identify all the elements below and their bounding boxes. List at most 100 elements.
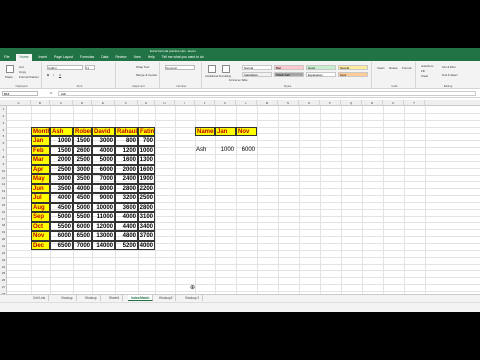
- number-format-box[interactable]: General: [165, 65, 195, 70]
- value-cell[interactable]: 5000: [50, 212, 73, 222]
- sheet-tab[interactable]: Hlookup: [82, 295, 101, 301]
- row-header[interactable]: 13: [0, 188, 7, 195]
- row-header[interactable]: 21: [0, 243, 7, 250]
- ribbon-tab[interactable]: Formulas: [80, 54, 94, 61]
- value-cell[interactable]: 13000: [92, 231, 115, 241]
- value-cell[interactable]: 1000: [138, 145, 155, 156]
- cell-style-swatch[interactable]: Normal: [242, 65, 272, 70]
- value-cell[interactable]: 1300: [138, 155, 155, 165]
- column-header[interactable]: A: [7, 100, 31, 106]
- copy-button[interactable]: Copy: [19, 70, 26, 74]
- value-cell[interactable]: 1500: [50, 145, 73, 156]
- value-cell[interactable]: 4400: [115, 221, 138, 232]
- column-header[interactable]: P: [320, 100, 341, 106]
- format-as-table-button[interactable]: Format as Table: [229, 79, 248, 82]
- value-cell[interactable]: 2500: [73, 155, 92, 165]
- cell-style-swatch[interactable]: Explanatory: [306, 72, 336, 77]
- value-cell[interactable]: 2000: [115, 164, 138, 175]
- row-header[interactable]: 23: [0, 257, 7, 264]
- table-header-cell[interactable]: Rahaul: [115, 126, 138, 137]
- value-cell[interactable]: 700: [138, 136, 155, 146]
- value-cell[interactable]: 3600: [115, 202, 138, 213]
- paste-icon[interactable]: [6, 65, 14, 73]
- value-cell[interactable]: 4800: [115, 231, 138, 241]
- lookup-result-cell[interactable]: Ash: [195, 146, 215, 156]
- column-header[interactable]: D: [73, 100, 92, 106]
- column-header[interactable]: Q: [341, 100, 362, 106]
- lookup-header-cell[interactable]: Jan: [215, 126, 236, 137]
- value-cell[interactable]: 8000: [92, 183, 115, 194]
- sheet-tab[interactable]: Index/Match: [128, 295, 154, 301]
- sheet-tab[interactable]: Cell Link: [30, 295, 50, 301]
- value-cell[interactable]: 4000: [50, 193, 73, 203]
- value-cell[interactable]: 1900: [138, 174, 155, 184]
- row-header[interactable]: 20: [0, 236, 7, 243]
- underline-button[interactable]: U: [59, 73, 61, 77]
- column-header[interactable]: B: [31, 100, 50, 106]
- column-header[interactable]: H: [155, 100, 175, 106]
- row-header[interactable]: 22: [0, 250, 7, 257]
- clear-button[interactable]: Clear: [421, 74, 428, 78]
- row-header[interactable]: 16: [0, 209, 7, 216]
- value-cell[interactable]: 6500: [50, 240, 73, 251]
- row-header[interactable]: 6: [0, 140, 7, 147]
- row-header[interactable]: 4: [0, 127, 7, 134]
- row-header[interactable]: 17: [0, 216, 7, 223]
- conditional-formatting-icon[interactable]: [208, 65, 216, 73]
- month-cell[interactable]: Apr: [31, 164, 50, 175]
- value-cell[interactable]: 3500: [50, 183, 73, 194]
- row-header[interactable]: 26: [0, 277, 7, 284]
- column-header[interactable]: K: [215, 100, 236, 106]
- value-cell[interactable]: 5000: [73, 202, 92, 213]
- value-cell[interactable]: 2500: [138, 193, 155, 203]
- value-cell[interactable]: 1600: [138, 164, 155, 175]
- value-cell[interactable]: 2800: [115, 183, 138, 194]
- cell-style-swatch[interactable]: Calculation: [242, 72, 272, 77]
- row-header[interactable]: 27: [0, 284, 7, 291]
- lookup-result-cell[interactable]: 1000: [215, 146, 236, 156]
- column-header[interactable]: S: [383, 100, 404, 106]
- value-cell[interactable]: 2800: [138, 202, 155, 213]
- ribbon-tab[interactable]: Data: [101, 54, 108, 61]
- table-header-cell[interactable]: Months: [31, 126, 50, 137]
- row-header[interactable]: 2: [0, 113, 7, 120]
- value-cell[interactable]: 3000: [92, 136, 115, 146]
- row-header[interactable]: 10: [0, 168, 7, 175]
- value-cell[interactable]: 1600: [115, 155, 138, 165]
- row-header[interactable]: 12: [0, 181, 7, 188]
- font-name-box[interactable]: Calibri: [47, 65, 83, 70]
- month-cell[interactable]: Feb: [31, 145, 50, 156]
- value-cell[interactable]: 5500: [73, 212, 92, 222]
- sheet-tab[interactable]: Sheet4: [106, 295, 124, 301]
- conditional-formatting-button[interactable]: Conditional Formatting: [205, 75, 231, 78]
- column-header[interactable]: J: [195, 100, 215, 106]
- value-cell[interactable]: 2600: [73, 145, 92, 156]
- merge-center-button[interactable]: Merge & Center: [136, 73, 157, 77]
- ribbon-tab[interactable]: Review: [115, 54, 126, 61]
- value-cell[interactable]: 800: [115, 136, 138, 146]
- ribbon-tab[interactable]: Page Layout: [54, 54, 73, 61]
- month-cell[interactable]: May: [31, 174, 50, 184]
- font-size-box[interactable]: 11: [85, 65, 95, 70]
- value-cell[interactable]: 6000: [73, 221, 92, 232]
- value-cell[interactable]: 4000: [73, 183, 92, 194]
- ribbon-tab[interactable]: Help: [148, 54, 155, 61]
- format-cells-button[interactable]: Format: [402, 66, 412, 70]
- format-as-table-icon[interactable]: [222, 65, 230, 73]
- value-cell[interactable]: 2000: [50, 155, 73, 165]
- sheet-tab[interactable]: Vlookup 2: [182, 295, 204, 301]
- value-cell[interactable]: 1000: [50, 136, 73, 146]
- table-header-cell[interactable]: Robert: [73, 126, 92, 137]
- table-header-cell[interactable]: David: [92, 126, 115, 137]
- row-header[interactable]: 18: [0, 222, 7, 229]
- column-header[interactable]: R: [362, 100, 383, 106]
- row-header[interactable]: 5: [0, 133, 7, 140]
- column-header[interactable]: G: [138, 100, 155, 106]
- row-header[interactable]: 3: [0, 120, 7, 127]
- column-header[interactable]: C: [50, 100, 73, 106]
- lookup-header-cell[interactable]: Names: [195, 126, 215, 137]
- value-cell[interactable]: 11000: [92, 212, 115, 222]
- column-header[interactable]: N: [278, 100, 299, 106]
- table-header-cell[interactable]: Ash: [50, 126, 73, 137]
- worksheet-grid[interactable]: ABCDEFGHIJKLMNOPQRST 1 2 3 4 5 6 7 8 9 10 11 12 13 14…: [0, 100, 480, 312]
